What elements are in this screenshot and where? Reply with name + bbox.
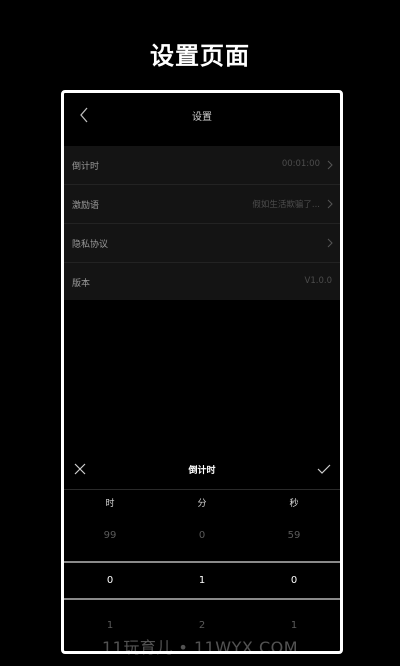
selection-line-top xyxy=(64,561,340,563)
chevron-right-icon xyxy=(327,199,333,209)
navbar: 设置 xyxy=(64,93,340,137)
picker-column-label-minutes: 分 xyxy=(197,499,207,509)
wheel-value: 2 xyxy=(198,620,206,631)
nav-title: 设置 xyxy=(192,112,212,123)
wheel-value-selected: 0 xyxy=(106,575,114,586)
confirm-button[interactable] xyxy=(316,461,332,477)
row-value: 00:01:00 xyxy=(281,159,320,169)
settings-row-privacy[interactable]: 隐私协议 xyxy=(64,223,340,262)
selection-line-bottom xyxy=(64,598,340,600)
wheel-value: 1 xyxy=(106,620,114,631)
row-value: 假如生活欺骗了... xyxy=(252,200,320,210)
wheel-value: 0 xyxy=(198,530,206,541)
wheel-value-selected: 0 xyxy=(290,575,298,586)
row-label: 隐私协议 xyxy=(72,240,109,250)
chevron-right-icon xyxy=(327,160,333,170)
wheel-value: 99 xyxy=(103,530,117,541)
picker-column-label-hours: 时 xyxy=(105,499,115,509)
wheel-value: 59 xyxy=(287,530,301,541)
wheel-value: 1 xyxy=(290,620,298,631)
phone-screen: 设置 倒计时 00:01:00 激励语 假如生活欺骗了... 隐私协议 版本 V xyxy=(61,90,343,654)
watermark: 11玩育儿 • 11WYX.COM xyxy=(101,638,299,657)
picker-title: 倒计时 xyxy=(188,466,216,476)
page-heading: 设置页面 xyxy=(150,42,250,70)
row-label: 倒计时 xyxy=(72,162,100,172)
row-label: 版本 xyxy=(72,279,91,289)
settings-list: 倒计时 00:01:00 激励语 假如生活欺骗了... 隐私协议 版本 V1.0… xyxy=(64,146,340,300)
picker-header: 倒计时 xyxy=(64,449,340,490)
checkmark-icon xyxy=(317,464,331,474)
settings-row-version: 版本 V1.0.0 xyxy=(64,262,340,301)
row-label: 激励语 xyxy=(72,201,100,211)
chevron-right-icon xyxy=(327,238,333,248)
settings-row-motto[interactable]: 激励语 假如生活欺骗了... xyxy=(64,184,340,223)
row-value: V1.0.0 xyxy=(304,276,332,286)
picker-column-label-seconds: 秒 xyxy=(289,499,299,509)
settings-row-countdown[interactable]: 倒计时 00:01:00 xyxy=(64,146,340,184)
wheel-value-selected: 1 xyxy=(198,575,206,586)
